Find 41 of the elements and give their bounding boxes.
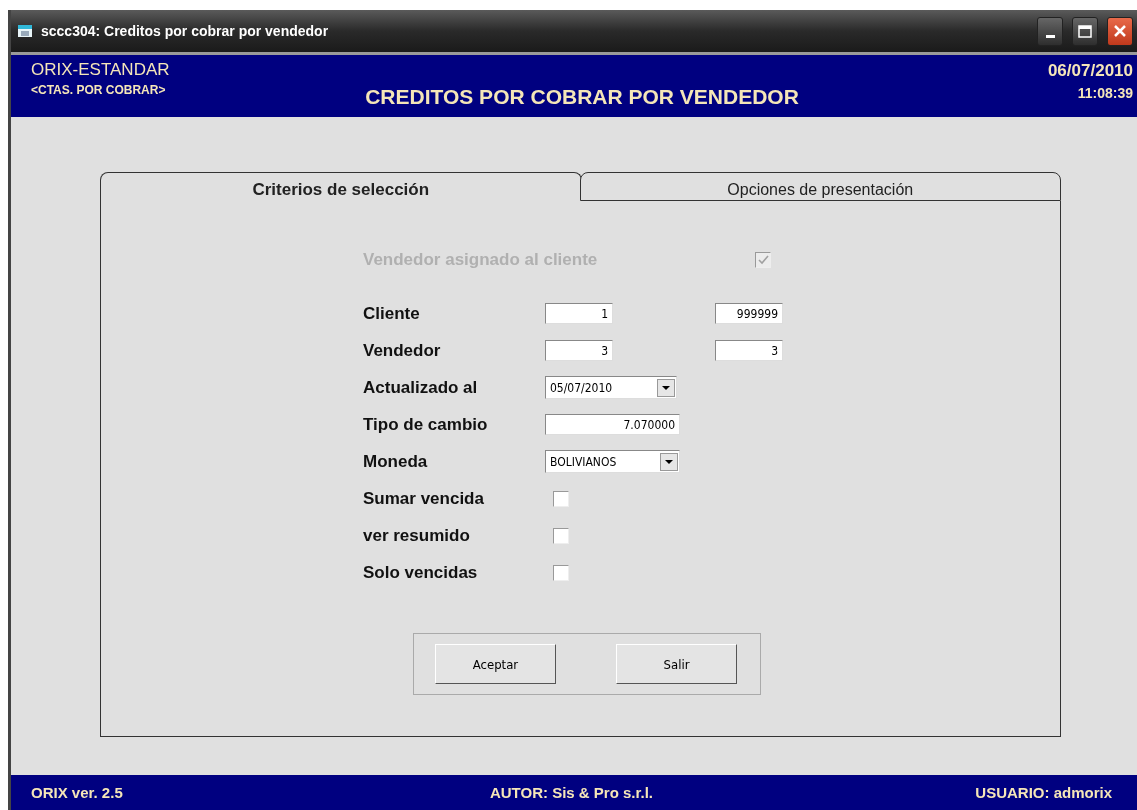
caret-icon — [662, 385, 670, 390]
input-field[interactable]: 999999 — [715, 303, 783, 324]
minimize-button[interactable] — [1037, 16, 1063, 46]
time-text: 11:08:39 — [1077, 85, 1133, 101]
module-name: <CTAS. POR COBRAR> — [31, 83, 167, 97]
maximize-icon — [1078, 24, 1092, 38]
minimize-icon — [1045, 34, 1055, 38]
checkmark-icon — [757, 254, 769, 265]
field-label: Vendedor — [363, 340, 442, 361]
checkbox[interactable] — [553, 564, 569, 581]
input-field[interactable]: 3 — [715, 340, 783, 361]
close-icon — [1113, 24, 1127, 38]
date-text: 06/07/2010 — [1047, 61, 1133, 81]
field-label: Sumar vencida — [363, 488, 485, 509]
tab[interactable]: Criterios de selección — [100, 172, 582, 201]
author-text: AUTOR: Sis & Pro s.r.l. — [489, 784, 654, 801]
window-title: sccc304: Creditos por cobrar por vendedor — [41, 23, 330, 39]
field-label: ver resumido — [363, 525, 471, 546]
input-field[interactable]: 3 — [545, 340, 613, 361]
app-icon — [17, 23, 35, 39]
caret-icon — [665, 459, 673, 464]
checkbox[interactable] — [553, 490, 569, 507]
close-button[interactable] — [1107, 16, 1133, 46]
version-text: ORIX ver. 2.5 — [31, 784, 123, 801]
app-name: ORIX-ESTANDAR — [31, 60, 171, 80]
field-label: Cliente — [363, 303, 421, 324]
screen-title: CREDITOS POR COBRAR POR VENDEDOR — [365, 85, 799, 110]
tab[interactable]: Opciones de presentación — [579, 172, 1061, 201]
dialog-button[interactable]: Aceptar — [435, 644, 556, 684]
input-field[interactable]: 1 — [545, 303, 613, 324]
checkbox[interactable] — [553, 527, 569, 544]
currency-select[interactable]: BOLIVIANOS — [545, 450, 680, 473]
field-label: Solo vencidas — [363, 562, 479, 583]
user-text: USUARIO: admorix — [975, 784, 1112, 801]
field-label: Tipo de cambio — [363, 414, 489, 435]
date-dropdown[interactable]: 05/07/2010 — [545, 376, 677, 399]
maximize-button[interactable] — [1072, 16, 1098, 46]
dialog-button[interactable]: Salir — [616, 644, 737, 684]
input-field[interactable]: 7.070000 — [545, 414, 680, 435]
field-label: Moneda — [363, 451, 429, 472]
field-label: Actualizado al — [363, 377, 479, 398]
